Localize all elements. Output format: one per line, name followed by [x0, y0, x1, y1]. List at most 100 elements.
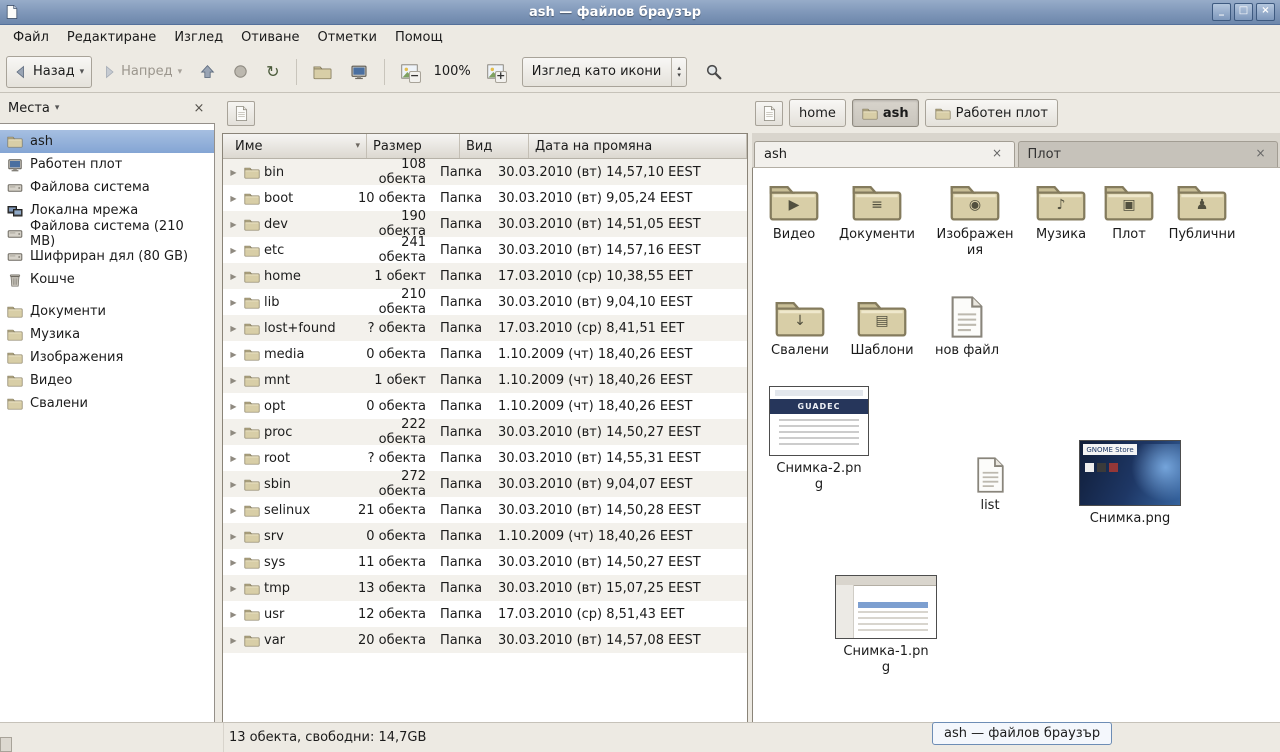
expander-icon[interactable]: ▶ — [227, 428, 240, 437]
sidebar-item[interactable]: Документи — [0, 300, 214, 323]
icon-item[interactable]: Снимка-1.png — [831, 575, 941, 677]
maximize-button[interactable]: □ — [1234, 3, 1253, 21]
table-row[interactable]: ▶sys11 обектаПапка30.03.2010 (вт) 14,50,… — [223, 549, 747, 575]
forward-button[interactable]: Напред ▾ — [94, 56, 190, 88]
computer-button[interactable] — [342, 56, 376, 88]
table-row[interactable]: ▶opt0 обектаПапка1.10.2009 (чт) 18,40,26… — [223, 393, 747, 419]
zoom-in-button[interactable]: + — [479, 56, 512, 88]
tab-inactive[interactable]: Плот× — [1018, 141, 1279, 167]
zoom-out-button[interactable]: − — [393, 56, 426, 88]
table-row[interactable]: ▶etc241 обектаПапка30.03.2010 (вт) 14,57… — [223, 237, 747, 263]
expander-icon[interactable]: ▶ — [227, 298, 240, 307]
sidebar-item[interactable]: Кошче — [0, 268, 214, 291]
path-button[interactable]: home — [789, 99, 846, 127]
table-row[interactable]: ▶selinux21 обектаПапка30.03.2010 (вт) 14… — [223, 497, 747, 523]
table-row[interactable]: ▶proc222 обектаПапка30.03.2010 (вт) 14,5… — [223, 419, 747, 445]
sidebar-item[interactable]: ash — [0, 130, 214, 153]
expander-icon[interactable]: ▶ — [227, 454, 240, 463]
icon-item[interactable]: ♟Публични — [1162, 180, 1242, 243]
table-row[interactable]: ▶sbin272 обектаПапка30.03.2010 (вт) 9,04… — [223, 471, 747, 497]
pane-splitter[interactable] — [215, 93, 222, 722]
expander-icon[interactable]: ▶ — [227, 480, 240, 489]
expander-icon[interactable]: ▶ — [227, 350, 240, 359]
up-button[interactable] — [192, 56, 223, 88]
table-row[interactable]: ▶usr12 обектаПапка17.03.2010 (ср) 8,51,4… — [223, 601, 747, 627]
table-row[interactable]: ▶bin108 обектаПапка30.03.2010 (вт) 14,57… — [223, 159, 747, 185]
menu-item[interactable]: Отиване — [232, 25, 308, 51]
sidebar-title[interactable]: Места — [8, 101, 50, 116]
menu-item[interactable]: Изглед — [165, 25, 232, 51]
icon-item[interactable]: ≡Документи — [837, 180, 917, 243]
sidebar-item[interactable]: Файлова система (210 MB) — [0, 222, 214, 245]
menu-item[interactable]: Помощ — [386, 25, 452, 51]
titlebar[interactable]: ash — файлов браузър _ □ × — [0, 0, 1280, 25]
tab-close-icon[interactable]: × — [1253, 147, 1268, 162]
path-button[interactable]: Работен плот — [925, 99, 1058, 127]
tab-close-icon[interactable]: × — [990, 147, 1005, 162]
expander-icon[interactable]: ▶ — [227, 376, 240, 385]
icon-item[interactable]: list — [958, 457, 1022, 514]
sidebar-item[interactable]: Файлова система — [0, 176, 214, 199]
sidebar-item[interactable]: Работен плот — [0, 153, 214, 176]
icon-item[interactable]: GNOME StoreСнимка.png — [1075, 440, 1185, 527]
icon-view[interactable]: ▶Видео≡Документи◉Изображения♪Музика▣Плот… — [752, 168, 1280, 722]
sidebar-close-icon[interactable]: × — [191, 101, 207, 116]
menu-item[interactable]: Файл — [4, 25, 58, 51]
close-button[interactable]: × — [1256, 3, 1275, 21]
icon-item[interactable]: ◉Изображения — [935, 180, 1015, 260]
sidebar-item[interactable]: Видео — [0, 369, 214, 392]
sidebar-item[interactable]: Свалени — [0, 392, 214, 415]
expander-icon[interactable]: ▶ — [227, 558, 240, 567]
view-mode-select[interactable]: Изглед като икони ▴▾ — [522, 57, 687, 87]
expander-icon[interactable]: ▶ — [227, 610, 240, 619]
sidebar-item[interactable]: Шифриран дял (80 GB) — [0, 245, 214, 268]
table-row[interactable]: ▶srv0 обектаПапка1.10.2009 (чт) 18,40,26… — [223, 523, 747, 549]
sidebar-item[interactable]: Изображения — [0, 346, 214, 369]
sidebar-item[interactable]: Музика — [0, 323, 214, 346]
table-row[interactable]: ▶dev190 обектаПапка30.03.2010 (вт) 14,51… — [223, 211, 747, 237]
home-button[interactable] — [305, 56, 340, 88]
toggle-location-entry-button[interactable] — [755, 101, 783, 126]
window-resize-grip[interactable] — [0, 737, 12, 752]
path-button[interactable]: ash — [852, 99, 919, 127]
expander-icon[interactable]: ▶ — [227, 194, 240, 203]
expander-icon[interactable]: ▶ — [227, 402, 240, 411]
back-button[interactable]: Назад ▾ — [6, 56, 92, 88]
table-row[interactable]: ▶boot10 обектаПапка30.03.2010 (вт) 9,05,… — [223, 185, 747, 211]
minimize-button[interactable]: _ — [1212, 3, 1231, 21]
sidebar-mode-dropdown-icon[interactable]: ▾ — [55, 103, 60, 113]
table-row[interactable]: ▶root? обектаПапка30.03.2010 (вт) 14,55,… — [223, 445, 747, 471]
icon-item[interactable]: ▶Видео — [754, 180, 834, 243]
menu-item[interactable]: Редактиране — [58, 25, 165, 51]
expander-icon[interactable]: ▶ — [227, 324, 240, 333]
column-header[interactable]: Дата на промяна — [529, 134, 747, 158]
table-row[interactable]: ▶var20 обектаПапка30.03.2010 (вт) 14,57,… — [223, 627, 747, 653]
column-header[interactable]: Размер — [367, 134, 460, 158]
icon-item[interactable]: нов файл — [927, 296, 1007, 359]
column-header[interactable]: Вид — [460, 134, 529, 158]
column-header[interactable]: Име▾ — [223, 134, 367, 158]
reload-button[interactable]: ↻ — [258, 56, 287, 88]
expander-icon[interactable]: ▶ — [227, 272, 240, 281]
expander-icon[interactable]: ▶ — [227, 246, 240, 255]
expander-icon[interactable]: ▶ — [227, 636, 240, 645]
table-row[interactable]: ▶tmp13 обектаПапка30.03.2010 (вт) 15,07,… — [223, 575, 747, 601]
icon-item[interactable]: ▤Шаблони — [842, 296, 922, 359]
icon-item[interactable]: ▣Плот — [1089, 180, 1169, 243]
expander-icon[interactable]: ▶ — [227, 532, 240, 541]
stop-button[interactable] — [225, 56, 256, 88]
expander-icon[interactable]: ▶ — [227, 168, 240, 177]
table-row[interactable]: ▶lib210 обектаПапка30.03.2010 (вт) 9,04,… — [223, 289, 747, 315]
table-row[interactable]: ▶media0 обектаПапка1.10.2009 (чт) 18,40,… — [223, 341, 747, 367]
table-row[interactable]: ▶home1 обектПапка17.03.2010 (ср) 10,38,5… — [223, 263, 747, 289]
tab-active[interactable]: ash× — [754, 141, 1015, 167]
expander-icon[interactable]: ▶ — [227, 506, 240, 515]
expander-icon[interactable]: ▶ — [227, 584, 240, 593]
toggle-location-entry-button[interactable] — [227, 101, 255, 126]
table-row[interactable]: ▶mnt1 обектПапка1.10.2009 (чт) 18,40,26 … — [223, 367, 747, 393]
icon-item[interactable]: ↓Свалени — [760, 296, 840, 359]
expander-icon[interactable]: ▶ — [227, 220, 240, 229]
menu-item[interactable]: Отметки — [308, 25, 385, 51]
table-row[interactable]: ▶lost+found? обектаПапка17.03.2010 (ср) … — [223, 315, 747, 341]
icon-item[interactable]: GUADECСнимка-2.png — [764, 386, 874, 494]
